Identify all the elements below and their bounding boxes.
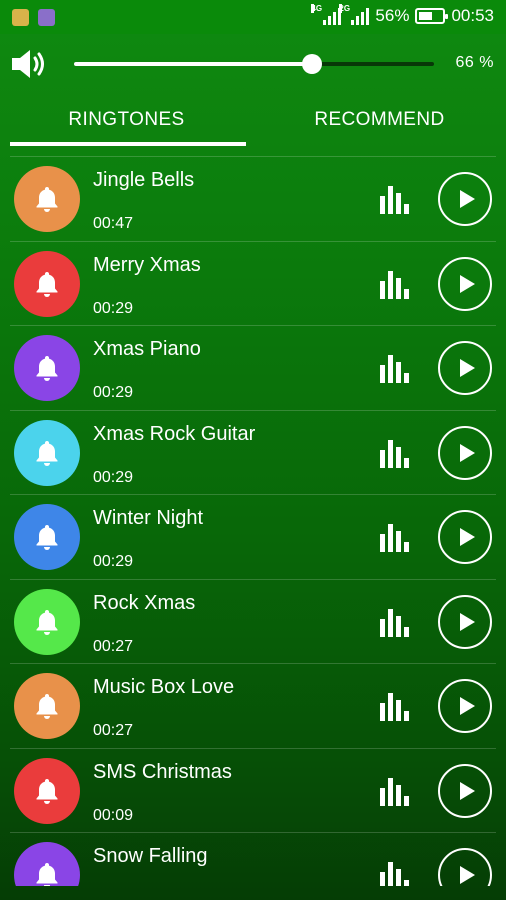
ringtone-row[interactable]: Jingle Bells 00:47 xyxy=(0,156,506,240)
bell-icon xyxy=(14,673,80,739)
network-label-2: 2G xyxy=(339,4,351,13)
play-button[interactable] xyxy=(438,425,492,480)
ringtone-duration: 00:29 xyxy=(93,299,134,317)
row-divider xyxy=(10,156,496,157)
ringtone-row[interactable]: SMS Christmas 00:09 xyxy=(0,747,506,832)
row-divider xyxy=(10,747,496,749)
play-button[interactable] xyxy=(438,341,492,395)
play-button[interactable] xyxy=(438,763,492,818)
ringtone-title: Winter Night xyxy=(93,507,204,529)
bell-icon xyxy=(14,419,80,486)
bell-icon xyxy=(14,842,80,886)
notification-icons xyxy=(12,9,55,26)
ringtone-title: Snow Falling xyxy=(93,845,208,867)
ringtone-row[interactable]: Rock Xmas 00:27 xyxy=(0,578,506,663)
row-divider xyxy=(10,409,496,411)
ringtone-duration: 00:47 xyxy=(93,215,134,232)
play-icon xyxy=(457,526,477,548)
equalizer-icon xyxy=(378,269,414,299)
play-button[interactable] xyxy=(438,679,492,733)
tab-ringtones[interactable]: RINGTONES xyxy=(0,98,253,148)
play-button[interactable] xyxy=(438,848,492,886)
equalizer-icon xyxy=(378,438,414,468)
bell-icon xyxy=(14,588,80,655)
row-divider xyxy=(10,832,496,833)
ringtone-duration: 00:29 xyxy=(93,553,134,570)
play-icon xyxy=(457,780,477,802)
play-icon xyxy=(457,864,477,886)
row-divider xyxy=(10,240,496,242)
ringtone-title: Music Box Love xyxy=(93,676,235,698)
ringtone-row[interactable]: Xmas Piano 00:29 xyxy=(0,325,506,409)
equalizer-icon xyxy=(378,184,414,214)
volume-value: 66 % xyxy=(455,54,494,71)
ringtone-duration: 00:29 xyxy=(93,468,134,486)
play-icon xyxy=(457,442,477,464)
ringtone-title: Xmas Piano xyxy=(93,338,201,360)
row-divider xyxy=(10,663,496,664)
ringtone-title: SMS Christmas xyxy=(93,760,232,783)
battery-icon xyxy=(415,8,449,24)
play-icon xyxy=(457,611,477,633)
row-divider xyxy=(10,325,496,326)
tab-bar: RINGTONES RECOMMEND xyxy=(0,98,506,148)
bell-icon xyxy=(14,504,80,570)
play-icon xyxy=(457,357,477,379)
speaker-icon[interactable] xyxy=(10,47,50,81)
ringtone-row[interactable]: Xmas Rock Guitar 00:29 xyxy=(0,409,506,494)
row-divider xyxy=(10,578,496,580)
volume-slider-fill xyxy=(74,62,312,66)
signal-4g-icon: 4G xyxy=(311,4,342,25)
play-button[interactable] xyxy=(438,510,492,564)
play-icon xyxy=(457,695,477,717)
equalizer-icon xyxy=(378,691,414,721)
ringtone-row[interactable]: Merry Xmas 00:29 xyxy=(0,240,506,325)
clock: 00:53 xyxy=(451,6,494,25)
volume-slider[interactable] xyxy=(74,54,434,74)
play-button[interactable] xyxy=(438,256,492,311)
ringtone-row[interactable]: Music Box Love 00:27 xyxy=(0,663,506,747)
play-button[interactable] xyxy=(438,172,492,226)
ringtone-title: Rock Xmas xyxy=(93,591,196,614)
equalizer-icon xyxy=(378,522,414,552)
play-button[interactable] xyxy=(438,594,492,649)
ringtone-duration: 00:27 xyxy=(93,722,134,739)
ringtone-row[interactable]: Winter Night 00:29 xyxy=(0,494,506,578)
ringtone-row[interactable]: Snow Falling xyxy=(0,832,506,886)
ringtone-title: Jingle Bells xyxy=(93,169,195,191)
bell-icon xyxy=(14,166,80,232)
notification-app-icon xyxy=(12,9,29,26)
play-icon xyxy=(457,273,477,295)
ringtone-title: Merry Xmas xyxy=(93,253,201,276)
bell-icon xyxy=(14,757,80,824)
equalizer-icon xyxy=(378,776,414,806)
volume-slider-thumb[interactable] xyxy=(301,54,322,74)
tab-indicator xyxy=(10,142,246,146)
equalizer-icon xyxy=(378,860,414,886)
ringtone-duration: 00:27 xyxy=(93,637,134,655)
ringtone-duration: 00:29 xyxy=(93,384,134,401)
bell-icon xyxy=(14,335,80,401)
tab-recommend[interactable]: RECOMMEND xyxy=(253,98,506,148)
equalizer-icon xyxy=(378,353,414,383)
ringtone-list[interactable]: Jingle Bells 00:47 Merry Xmas 00:29 Xmas Pia… xyxy=(0,156,506,886)
signal-2g-icon: 2G xyxy=(339,4,370,25)
battery-percent: 56% xyxy=(375,6,410,25)
volume-control: 66 % xyxy=(0,34,506,98)
row-divider xyxy=(10,494,496,495)
play-icon xyxy=(457,188,477,210)
network-label-1: 4G xyxy=(311,4,323,13)
ringtone-title: Xmas Rock Guitar xyxy=(93,422,256,445)
ringtone-duration: 00:09 xyxy=(93,806,134,824)
equalizer-icon xyxy=(378,607,414,637)
bell-icon xyxy=(14,250,80,317)
status-bar: 4G 2G 56% 00:53 xyxy=(0,0,506,34)
notification-gallery-icon xyxy=(38,9,55,26)
